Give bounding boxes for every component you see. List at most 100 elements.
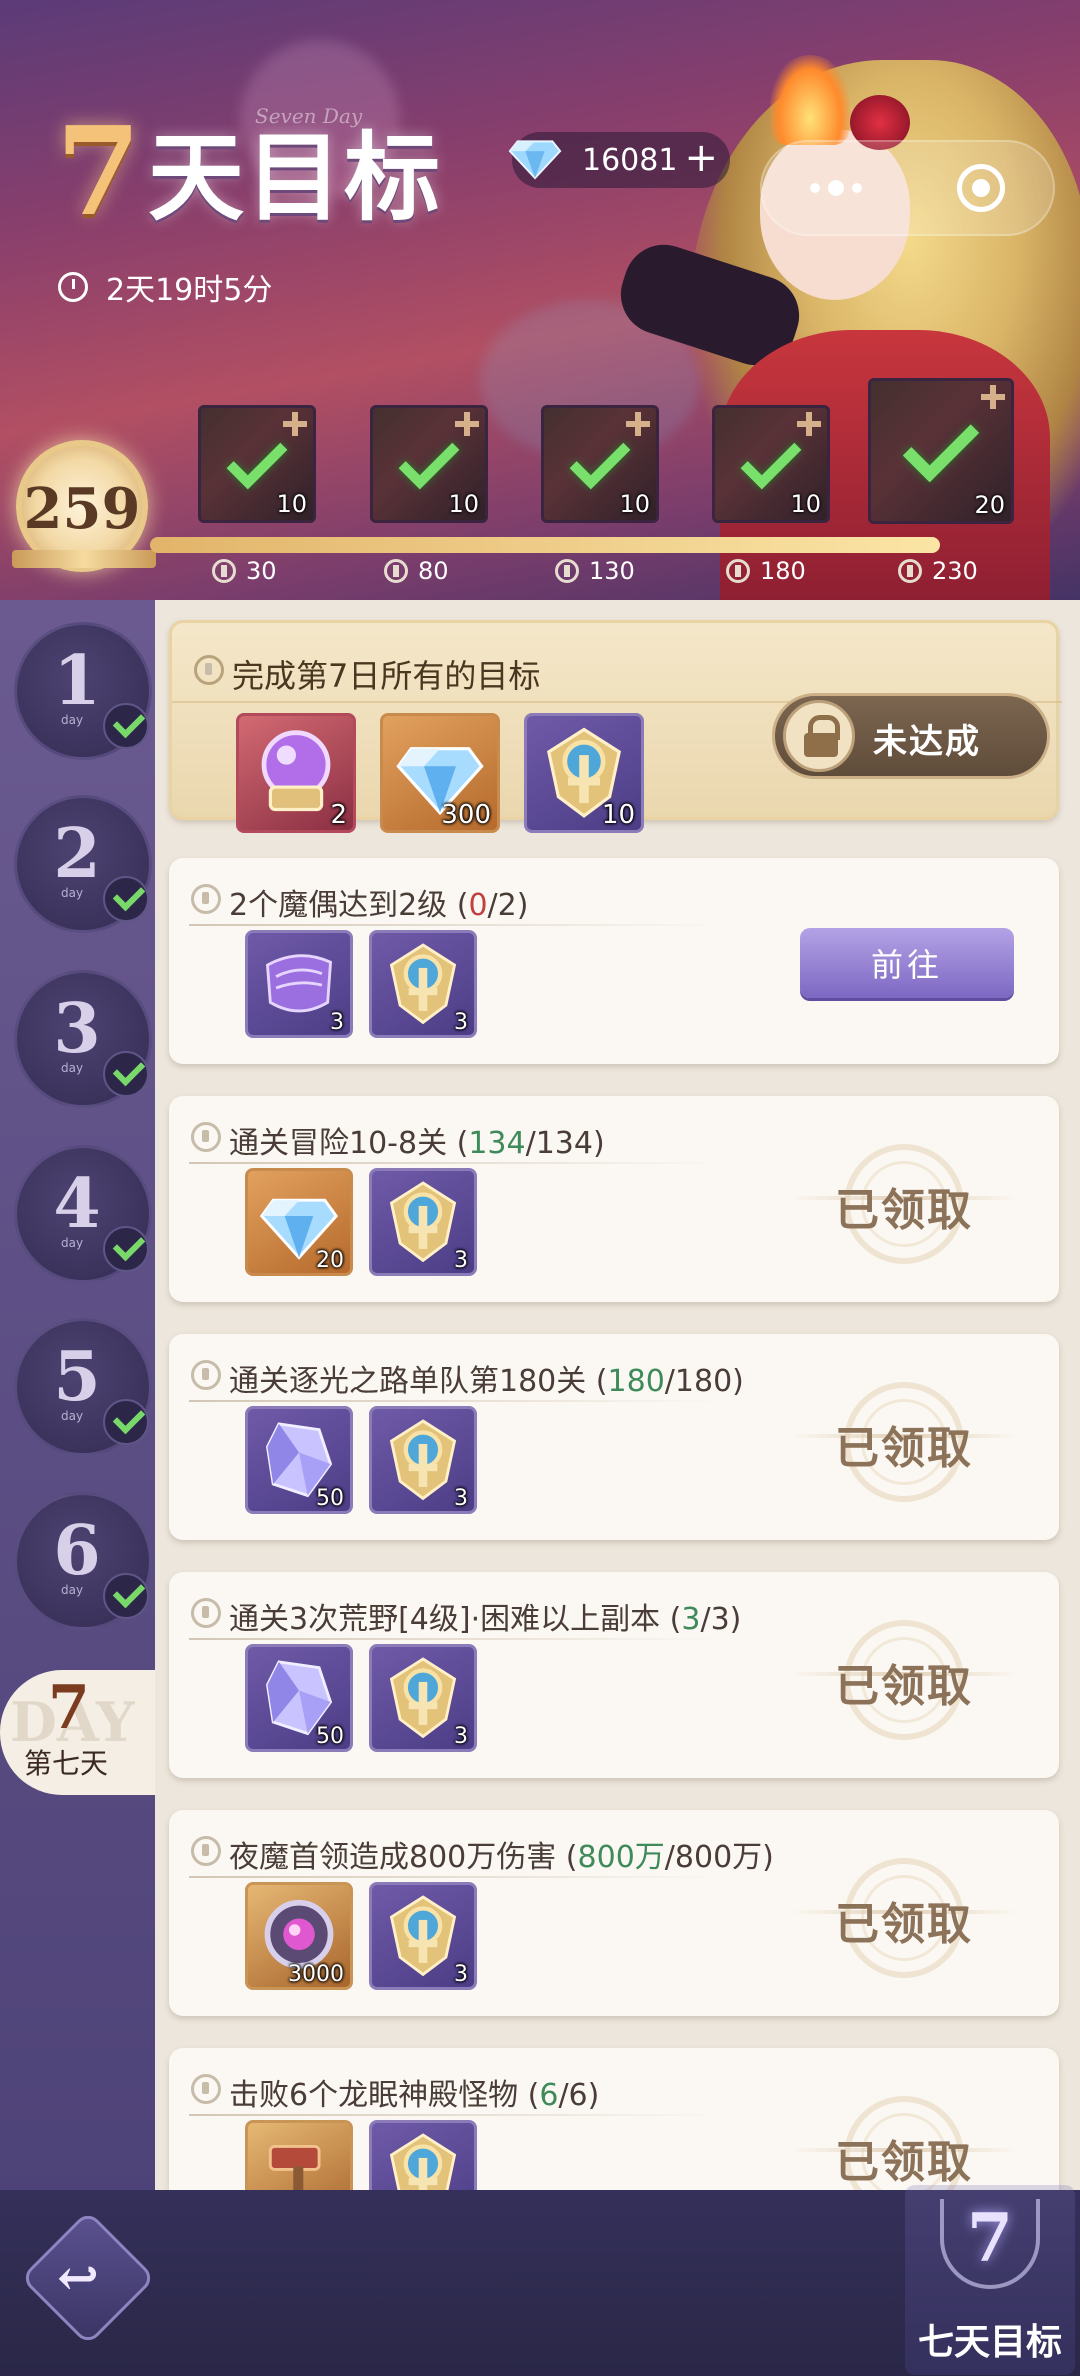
reward-quantity: 10 [601,800,635,830]
day-word: day [61,886,84,900]
milestone-progress-bar [150,537,940,553]
reward-item[interactable]: 3 [369,930,477,1038]
milestone-points: 30 [246,557,277,585]
reward-item[interactable]: 20 [245,1168,353,1276]
reward-item[interactable]: 3 [369,1406,477,1514]
task-title: 完成第7日所有的目标 [232,657,541,695]
task-card: 通关3次荒野[4级]·困难以上副本 (3/3) 50 3 已领取 [169,1572,1059,1778]
milestone-chest-80[interactable]: 10 [370,405,488,523]
chest-quantity: 10 [276,490,307,518]
gem-balance: 16081 + [508,132,730,188]
task-bullet-icon [191,2074,221,2104]
milestone-points: 130 [589,557,635,585]
reward-quantity: 300 [441,800,491,830]
day-tab-6[interactable]: 6 day [14,1492,152,1630]
plus-icon [283,412,307,436]
reward-quantity: 50 [316,1486,344,1511]
reward-item[interactable]: 3 [245,930,353,1038]
reward-quantity: 3 [454,1248,468,1273]
tab-seven-label: 七天目标 [917,2322,1062,2363]
milestone-points: 230 [932,557,978,585]
day-complete-check-icon [103,876,149,922]
task-title: 通关逐光之路单队第180关 (180/180) [229,1364,744,1399]
task-bullet-icon [191,1360,221,1390]
countdown-timer: 2天19时5分 [58,265,272,309]
day-word: day [61,1409,84,1423]
title-number: 7 [56,99,141,243]
score-ribbon [12,550,156,568]
add-gems-button[interactable]: + [684,138,718,178]
more-menu-icon[interactable] [809,180,862,196]
reward-quantity: 3 [454,1962,468,1987]
reward-item[interactable]: 3 [369,1882,477,1990]
day-tab-3[interactable]: 3 day [14,970,152,1108]
seven-day-goals-screen: Seven Day 7 天目标 2天19时5分 16081 + 259 10 30… [0,0,1080,2376]
chest-quantity: 20 [974,491,1005,519]
reward-quantity: 50 [316,1724,344,1749]
reward-item[interactable]: 50 [245,1644,353,1752]
day-tab-5[interactable]: 5 day [14,1318,152,1456]
milestone-chest-30[interactable]: 10 [198,405,316,523]
task-card: 通关冒险10-8关 (134/134) 20 3 已领取 [169,1096,1059,1302]
task-progress: (134/134) [447,1126,605,1161]
tab-seven-day-goals[interactable]: 7 七天目标 [905,2185,1075,2375]
milestone-label: 180 [726,557,806,585]
day-tab-1[interactable]: 1 day [14,622,152,760]
task-title: 通关冒险10-8关 (134/134) [229,1126,605,1161]
task-title: 击败6个龙眠神殿怪物 (6/6) [229,2078,600,2113]
activity-point-icon [898,559,922,583]
claimed-text: 已领取 [835,1899,973,1950]
claimed-stamp: 已领取 [789,1620,1019,1740]
task-title: 夜魔首领造成800万伤害 (800万/800万) [229,1840,774,1875]
day-tab-2[interactable]: 2 day [14,795,152,933]
activity-point-icon [384,559,408,583]
reward-item[interactable]: 3 [369,1168,477,1276]
day-tab-4[interactable]: 4 day [14,1145,152,1283]
milestone-points: 180 [760,557,806,585]
task-bullet-icon [191,1598,221,1628]
milestone-chest-180[interactable]: 10 [712,405,830,523]
task-bullet-icon [191,1122,221,1152]
task-title: 2个魔偶达到2级 (0/2) [229,888,529,923]
task-bullet-icon [194,655,224,685]
reward-item[interactable]: 10 [524,713,644,833]
lock-icon [783,700,855,772]
goto-button[interactable]: 前往 [800,928,1014,998]
day-word: day [61,1583,84,1597]
task-card: 通关逐光之路单队第180关 (180/180) 50 3 已领取 [169,1334,1059,1540]
milestone-chest-230[interactable]: 20 [868,378,1014,524]
milestone-label: 30 [212,557,277,585]
close-target-icon[interactable] [957,164,1006,212]
sword-medal-icon [389,2133,457,2190]
day-complete-check-icon [103,1399,149,1445]
milestone-label: 80 [384,557,449,585]
milestone-chest-130[interactable]: 10 [541,405,659,523]
day-complete-check-icon [103,1051,149,1097]
claimed-text: 已领取 [835,1661,973,1712]
reward-quantity: 3 [454,1010,468,1035]
reward-quantity: 3 [454,1724,468,1749]
chest-quantity: 10 [448,490,479,518]
day-complete-check-icon [103,1226,149,1272]
reward-item[interactable]: 300 [380,713,500,833]
reward-item[interactable] [369,2120,477,2190]
claimed-text: 已领取 [835,2137,973,2188]
task-bullet-icon [191,1836,221,1866]
reward-item[interactable]: 2 [236,713,356,833]
gem-count: 16081 [582,142,678,178]
reward-item[interactable]: 50 [245,1406,353,1514]
task-list[interactable]: 完成第7日所有的目标 2 300 10 未达成 2个魔偶达到2级 (0/2) 3 3 前往通关冒… [155,600,1080,2190]
task-card: 2个魔偶达到2级 (0/2) 3 3 前往 [169,858,1059,1064]
score-value: 259 [23,476,141,542]
day-tab-7-label: 第七天 [24,1747,109,1780]
task-progress: (6/6) [518,2078,600,2113]
hammer-icon [268,2145,321,2190]
activity-point-icon [212,559,236,583]
task-progress: (180/180) [586,1364,744,1399]
plus-icon [455,412,479,436]
reward-item[interactable]: 3000 [245,1882,353,1990]
not-achieved-button[interactable]: 未达成 [772,693,1050,779]
claimed-stamp: 已领取 [789,1382,1019,1502]
reward-item[interactable]: 3 [369,1644,477,1752]
reward-item[interactable] [245,2120,353,2190]
